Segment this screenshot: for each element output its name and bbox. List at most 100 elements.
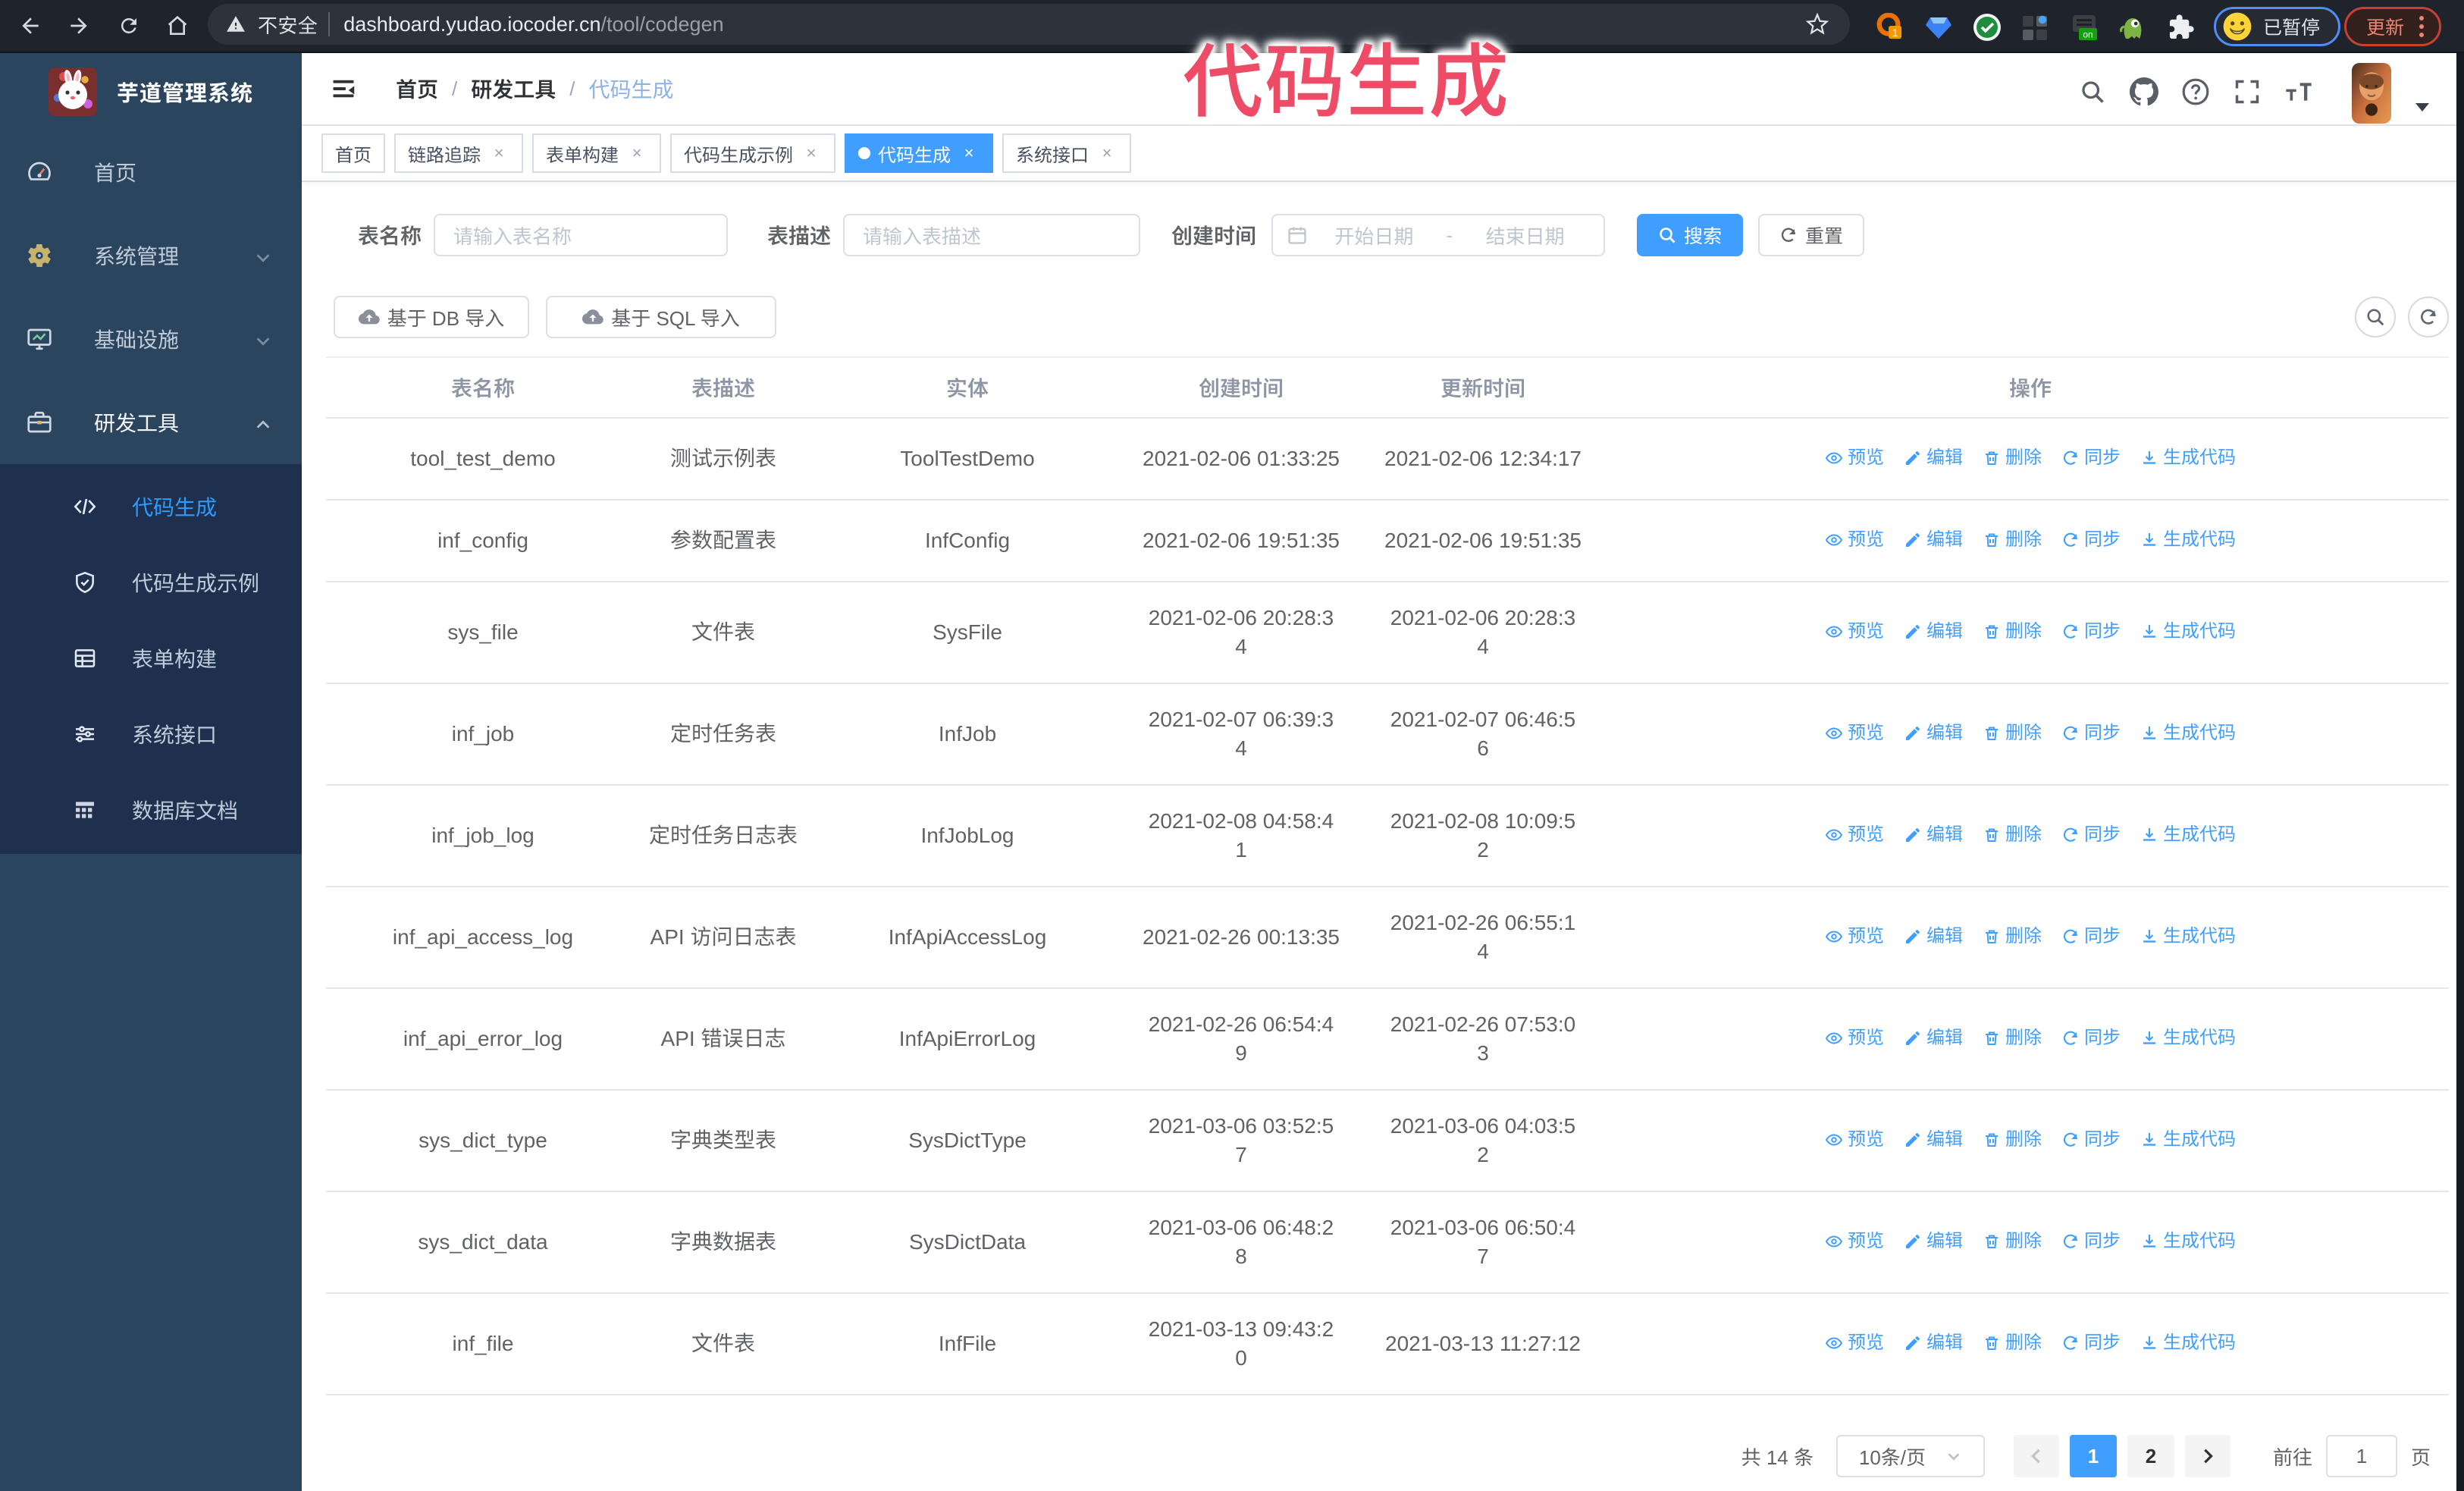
browser-menu-kebab-icon[interactable] (2419, 16, 2425, 37)
action-删除[interactable]: 删除 (1983, 818, 2042, 852)
create-time-range-picker[interactable]: 开始日期 - 结束日期 (1271, 214, 1605, 256)
show-search-toggle-button[interactable] (2355, 297, 2396, 337)
action-预览[interactable]: 预览 (1825, 716, 1884, 751)
action-删除[interactable]: 删除 (1983, 919, 2042, 954)
tab-代码生成示例[interactable]: 代码生成示例 × (670, 133, 835, 173)
action-预览[interactable]: 预览 (1825, 614, 1884, 649)
prev-page-button[interactable] (2013, 1435, 2059, 1477)
extension-gem-icon[interactable] (1924, 13, 1951, 40)
tab-close-icon[interactable]: × (1096, 143, 1118, 164)
tab-close-icon[interactable]: × (958, 143, 980, 164)
tab-表单构建[interactable]: 表单构建 × (532, 133, 661, 173)
action-生成代码[interactable]: 生成代码 (2140, 818, 2236, 852)
action-删除[interactable]: 删除 (1983, 1021, 2042, 1056)
browser-home-button[interactable] (165, 14, 190, 38)
extension-tabs-icon[interactable] (2021, 13, 2049, 40)
browser-update-button[interactable]: 更新 (2344, 7, 2442, 46)
action-同步[interactable]: 同步 (2061, 818, 2121, 852)
header-search-icon[interactable] (2067, 56, 2118, 127)
action-生成代码[interactable]: 生成代码 (2140, 1122, 2236, 1157)
sidebar-item-系统管理[interactable]: 系统管理 (0, 214, 302, 297)
action-编辑[interactable]: 编辑 (1904, 818, 1963, 852)
address-bar[interactable]: 不安全 dashboard.yudao.iocoder.cn/tool/code… (208, 4, 1850, 45)
reset-button[interactable]: 重置 (1758, 214, 1864, 256)
action-删除[interactable]: 删除 (1983, 614, 2042, 649)
extensions-puzzle-icon[interactable] (2167, 13, 2194, 40)
search-button[interactable]: 搜索 (1637, 214, 1743, 256)
profile-chip[interactable]: 已暂停 (2214, 7, 2341, 46)
action-预览[interactable]: 预览 (1825, 919, 1884, 954)
browser-forward-button[interactable] (67, 14, 91, 38)
tab-系统接口[interactable]: 系统接口 × (1002, 133, 1131, 173)
action-预览[interactable]: 预览 (1825, 523, 1884, 557)
action-同步[interactable]: 同步 (2061, 1326, 2121, 1361)
browser-back-button[interactable] (18, 14, 42, 38)
next-page-button[interactable] (2184, 1435, 2230, 1477)
action-预览[interactable]: 预览 (1825, 1224, 1884, 1259)
table-desc-input[interactable]: 请输入表描述 (843, 214, 1140, 256)
action-同步[interactable]: 同步 (2061, 919, 2121, 954)
action-删除[interactable]: 删除 (1983, 1122, 2042, 1157)
tab-close-icon[interactable]: × (488, 143, 509, 164)
action-预览[interactable]: 预览 (1825, 818, 1884, 852)
action-同步[interactable]: 同步 (2061, 716, 2121, 751)
tab-首页[interactable]: 首页 (321, 133, 385, 173)
action-生成代码[interactable]: 生成代码 (2140, 614, 2236, 649)
extension-monster-icon[interactable] (2118, 13, 2146, 40)
action-生成代码[interactable]: 生成代码 (2140, 919, 2236, 954)
action-预览[interactable]: 预览 (1825, 1326, 1884, 1361)
action-同步[interactable]: 同步 (2061, 1021, 2121, 1056)
sidebar-subitem-数据库文档[interactable]: 数据库文档 (0, 772, 302, 848)
browser-reload-button[interactable] (117, 14, 141, 38)
action-生成代码[interactable]: 生成代码 (2140, 1224, 2236, 1259)
action-删除[interactable]: 删除 (1983, 523, 2042, 557)
action-同步[interactable]: 同步 (2061, 614, 2121, 649)
tab-close-icon[interactable]: × (801, 143, 822, 164)
action-编辑[interactable]: 编辑 (1904, 441, 1963, 476)
action-编辑[interactable]: 编辑 (1904, 1021, 1963, 1056)
tab-代码生成[interactable]: 代码生成 × (845, 133, 993, 173)
action-删除[interactable]: 删除 (1983, 441, 2042, 476)
action-生成代码[interactable]: 生成代码 (2140, 716, 2236, 751)
extension-orange-recorder-icon[interactable]: 1 (1876, 12, 1903, 40)
page-button-2[interactable]: 2 (2127, 1435, 2174, 1477)
help-doc-icon[interactable] (2170, 56, 2221, 127)
sidebar-item-首页[interactable]: 首页 (0, 130, 302, 214)
action-生成代码[interactable]: 生成代码 (2140, 1021, 2236, 1056)
github-icon[interactable] (2118, 56, 2170, 127)
page-size-select[interactable]: 10条/页 (1835, 1435, 1985, 1477)
extension-green-check-icon[interactable] (1973, 13, 2001, 41)
app-logo[interactable]: 芋道管理系统 (0, 53, 302, 130)
bookmark-star-icon[interactable] (1806, 13, 1829, 36)
import-db-button[interactable]: 基于 DB 导入 (334, 296, 529, 338)
tab-链路追踪[interactable]: 链路追踪 × (394, 133, 523, 173)
action-同步[interactable]: 同步 (2061, 1224, 2121, 1259)
action-生成代码[interactable]: 生成代码 (2140, 523, 2236, 557)
page-button-1[interactable]: 1 (2069, 1435, 2117, 1477)
sidebar-subitem-代码生成示例[interactable]: 代码生成示例 (0, 545, 302, 620)
action-编辑[interactable]: 编辑 (1904, 1326, 1963, 1361)
extension-on-badge-icon[interactable]: on (2070, 13, 2097, 40)
browser-scrollbar[interactable] (2456, 53, 2464, 1491)
action-预览[interactable]: 预览 (1825, 1021, 1884, 1056)
action-生成代码[interactable]: 生成代码 (2140, 1326, 2236, 1361)
action-预览[interactable]: 预览 (1825, 441, 1884, 476)
font-size-icon[interactable] (2273, 56, 2324, 127)
action-编辑[interactable]: 编辑 (1904, 1122, 1963, 1157)
fullscreen-icon[interactable] (2221, 56, 2273, 127)
action-预览[interactable]: 预览 (1825, 1122, 1884, 1157)
import-sql-button[interactable]: 基于 SQL 导入 (546, 296, 776, 338)
action-编辑[interactable]: 编辑 (1904, 1224, 1963, 1259)
action-生成代码[interactable]: 生成代码 (2140, 441, 2236, 476)
breadcrumb-item-研发工具[interactable]: 研发工具 (471, 74, 556, 104)
refresh-table-button[interactable] (2408, 297, 2449, 337)
action-编辑[interactable]: 编辑 (1904, 919, 1963, 954)
sidebar-item-基础设施[interactable]: 基础设施 (0, 297, 302, 381)
breadcrumb-item-首页[interactable]: 首页 (396, 74, 438, 104)
sidebar-subitem-表单构建[interactable]: 表单构建 (0, 620, 302, 696)
action-编辑[interactable]: 编辑 (1904, 614, 1963, 649)
action-删除[interactable]: 删除 (1983, 716, 2042, 751)
goto-page-input[interactable]: 1 (2325, 1435, 2397, 1477)
action-编辑[interactable]: 编辑 (1904, 716, 1963, 751)
sidebar-toggle-hamburger-icon[interactable] (332, 77, 355, 100)
